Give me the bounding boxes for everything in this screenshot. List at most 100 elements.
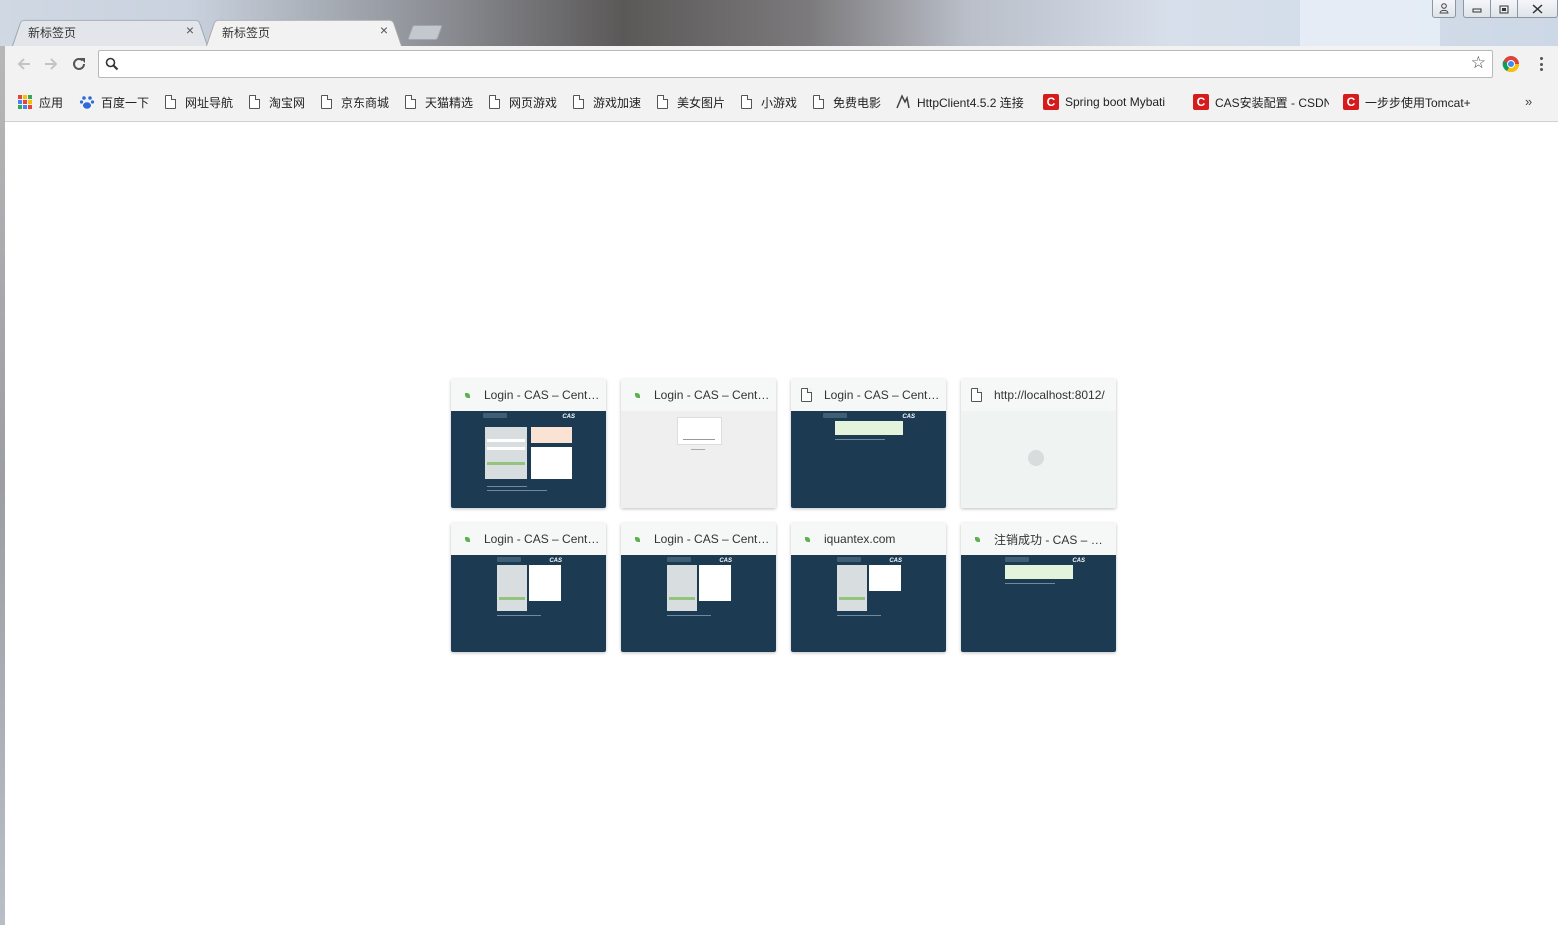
tab-title: 新标签页 — [222, 26, 271, 40]
arrow-left-icon — [17, 58, 30, 70]
back-button[interactable] — [13, 53, 35, 75]
close-icon[interactable]: × — [376, 22, 392, 38]
bookmark-label: HttpClient4.5.2 连接 — [917, 95, 1024, 110]
tile-header: http://localhost:8012/ — [961, 379, 1116, 411]
menu-dots-icon[interactable] — [1537, 55, 1545, 73]
bookmark-item[interactable]: 天猫精选 — [403, 93, 473, 111]
tile-title: Login - CAS – Central Authentication Ser… — [484, 388, 600, 402]
page-icon — [969, 387, 985, 403]
wallpaper-highlight — [1300, 0, 1440, 46]
page-icon — [247, 94, 263, 110]
bookmarks-overflow-button[interactable]: » — [1525, 94, 1532, 109]
window-left-border — [0, 46, 5, 925]
minimize-icon — [1472, 8, 1482, 12]
tab-newtab-1[interactable]: 新标签页 × — [12, 17, 208, 46]
page-icon — [655, 94, 671, 110]
most-visited-tile[interactable]: Login - CAS – Central Authentication Ser… — [451, 523, 606, 652]
tile-header: Login - CAS – Central Authentication Ser… — [621, 523, 776, 555]
bookmark-csdn[interactable]: C CAS安装配置 - CSDN — [1193, 93, 1329, 111]
tile-title: http://localhost:8012/ — [994, 388, 1105, 402]
httpclient-icon — [896, 94, 910, 109]
bookmark-item[interactable]: 免费电影 — [811, 93, 881, 111]
page-icon — [799, 387, 815, 403]
tile-thumbnail — [621, 411, 776, 508]
bookmark-label: CAS安装配置 - CSDN — [1215, 95, 1329, 110]
bookmark-csdn[interactable]: C Spring boot Mybati — [1043, 93, 1181, 111]
csdn-icon: C — [1043, 94, 1059, 110]
bookmark-item[interactable]: 美女图片 — [655, 93, 725, 111]
reload-button[interactable] — [68, 53, 90, 75]
tile-thumbnail: CAS — [451, 411, 606, 508]
tile-title: 注销成功 - CAS – Central Authentication Serv… — [994, 532, 1110, 547]
bookmark-item[interactable]: 小游戏 — [739, 93, 797, 111]
most-visited-tile[interactable]: Login - CAS – Central Authentication Ser… — [621, 523, 776, 652]
csdn-icon: C — [1343, 94, 1359, 110]
bookmark-item[interactable]: 淘宝网 — [247, 93, 305, 111]
bookmark-httpclient[interactable]: HttpClient4.5.2 连接 — [895, 93, 1031, 111]
leaf-icon — [799, 531, 815, 547]
tile-header: Login - CAS – Central Authentication Ser… — [451, 379, 606, 411]
close-x-icon — [1532, 3, 1543, 14]
tile-header: Login - CAS – Central Authentication Ser… — [451, 523, 606, 555]
bookmark-label: 应用 — [39, 95, 64, 110]
tile-header: 注销成功 - CAS – Central Authentication Serv… — [961, 523, 1116, 555]
page-icon — [739, 94, 755, 110]
bookmark-label: 小游戏 — [761, 95, 798, 110]
bookmark-label: 游戏加速 — [593, 95, 642, 110]
page-icon — [163, 94, 179, 110]
bookmark-label: 天猫精选 — [425, 95, 474, 110]
tab-newtab-2[interactable]: 新标签页 × — [206, 17, 402, 46]
thumb-cas-label: CAS — [719, 558, 732, 564]
new-tab-button[interactable] — [407, 25, 443, 40]
reload-icon — [73, 57, 85, 70]
arrow-right-icon — [45, 58, 58, 70]
most-visited-tile[interactable]: Login - CAS – Central Authentication Ser… — [791, 379, 946, 508]
leaf-icon — [629, 387, 645, 403]
page-icon — [487, 94, 503, 110]
close-icon[interactable]: × — [182, 22, 198, 38]
bookmark-item[interactable]: 京东商城 — [319, 93, 389, 111]
tile-title: Login - CAS – Central Authentication Ser… — [654, 388, 770, 402]
forward-button[interactable] — [40, 53, 62, 75]
most-visited-tile[interactable]: 注销成功 - CAS – Central Authentication Serv… — [961, 523, 1116, 652]
page-icon — [403, 94, 419, 110]
most-visited-tile[interactable]: iquantex.com CAS — [791, 523, 946, 652]
bookmark-item[interactable]: 游戏加速 — [571, 93, 641, 111]
bookmark-label: 一步步使用Tomcat+ — [1365, 95, 1471, 110]
tab-title: 新标签页 — [28, 26, 77, 40]
bookmark-csdn[interactable]: C 一步步使用Tomcat+ — [1343, 93, 1483, 111]
thumb-cas-label: CAS — [562, 414, 575, 420]
page-icon — [571, 94, 587, 110]
tile-thumbnail: CAS — [961, 555, 1116, 652]
leaf-icon — [459, 531, 475, 547]
bookmark-label: 网址导航 — [185, 95, 234, 110]
omnibox[interactable]: ☆ — [98, 50, 1493, 78]
bookmark-item[interactable]: 网页游戏 — [487, 93, 557, 111]
search-icon — [105, 57, 119, 71]
profile-button[interactable] — [1432, 0, 1456, 18]
chrome-extension-icon[interactable] — [1502, 55, 1520, 73]
minimize-button[interactable] — [1463, 0, 1491, 18]
bookmark-apps[interactable]: 应用 — [17, 93, 63, 111]
bookmark-label: 京东商城 — [341, 95, 390, 110]
tile-thumbnail — [961, 411, 1116, 508]
address-input[interactable] — [127, 54, 1457, 74]
tile-thumbnail: CAS — [621, 555, 776, 652]
tile-thumbnail: CAS — [451, 555, 606, 652]
leaf-icon — [459, 387, 475, 403]
restore-button[interactable] — [1490, 0, 1518, 18]
most-visited-tile[interactable]: Login - CAS – Central Authentication Ser… — [451, 379, 606, 508]
bookmark-star-icon[interactable]: ☆ — [1471, 53, 1486, 73]
tile-header: Login - CAS – Central Authentication Ser… — [791, 379, 946, 411]
thumb-cas-label: CAS — [902, 414, 915, 420]
bookmark-baidu[interactable]: 百度一下 — [79, 93, 149, 111]
close-window-button[interactable] — [1517, 0, 1558, 18]
bookmark-item[interactable]: 网址导航 — [163, 93, 233, 111]
tile-title: iquantex.com — [824, 532, 896, 546]
page-icon — [319, 94, 335, 110]
most-visited-tile[interactable]: http://localhost:8012/ — [961, 379, 1116, 508]
bookmark-label: 网页游戏 — [509, 95, 558, 110]
bookmark-label: 美女图片 — [677, 95, 726, 110]
most-visited-tile[interactable]: Login - CAS – Central Authentication Ser… — [621, 379, 776, 508]
csdn-icon: C — [1193, 94, 1209, 110]
